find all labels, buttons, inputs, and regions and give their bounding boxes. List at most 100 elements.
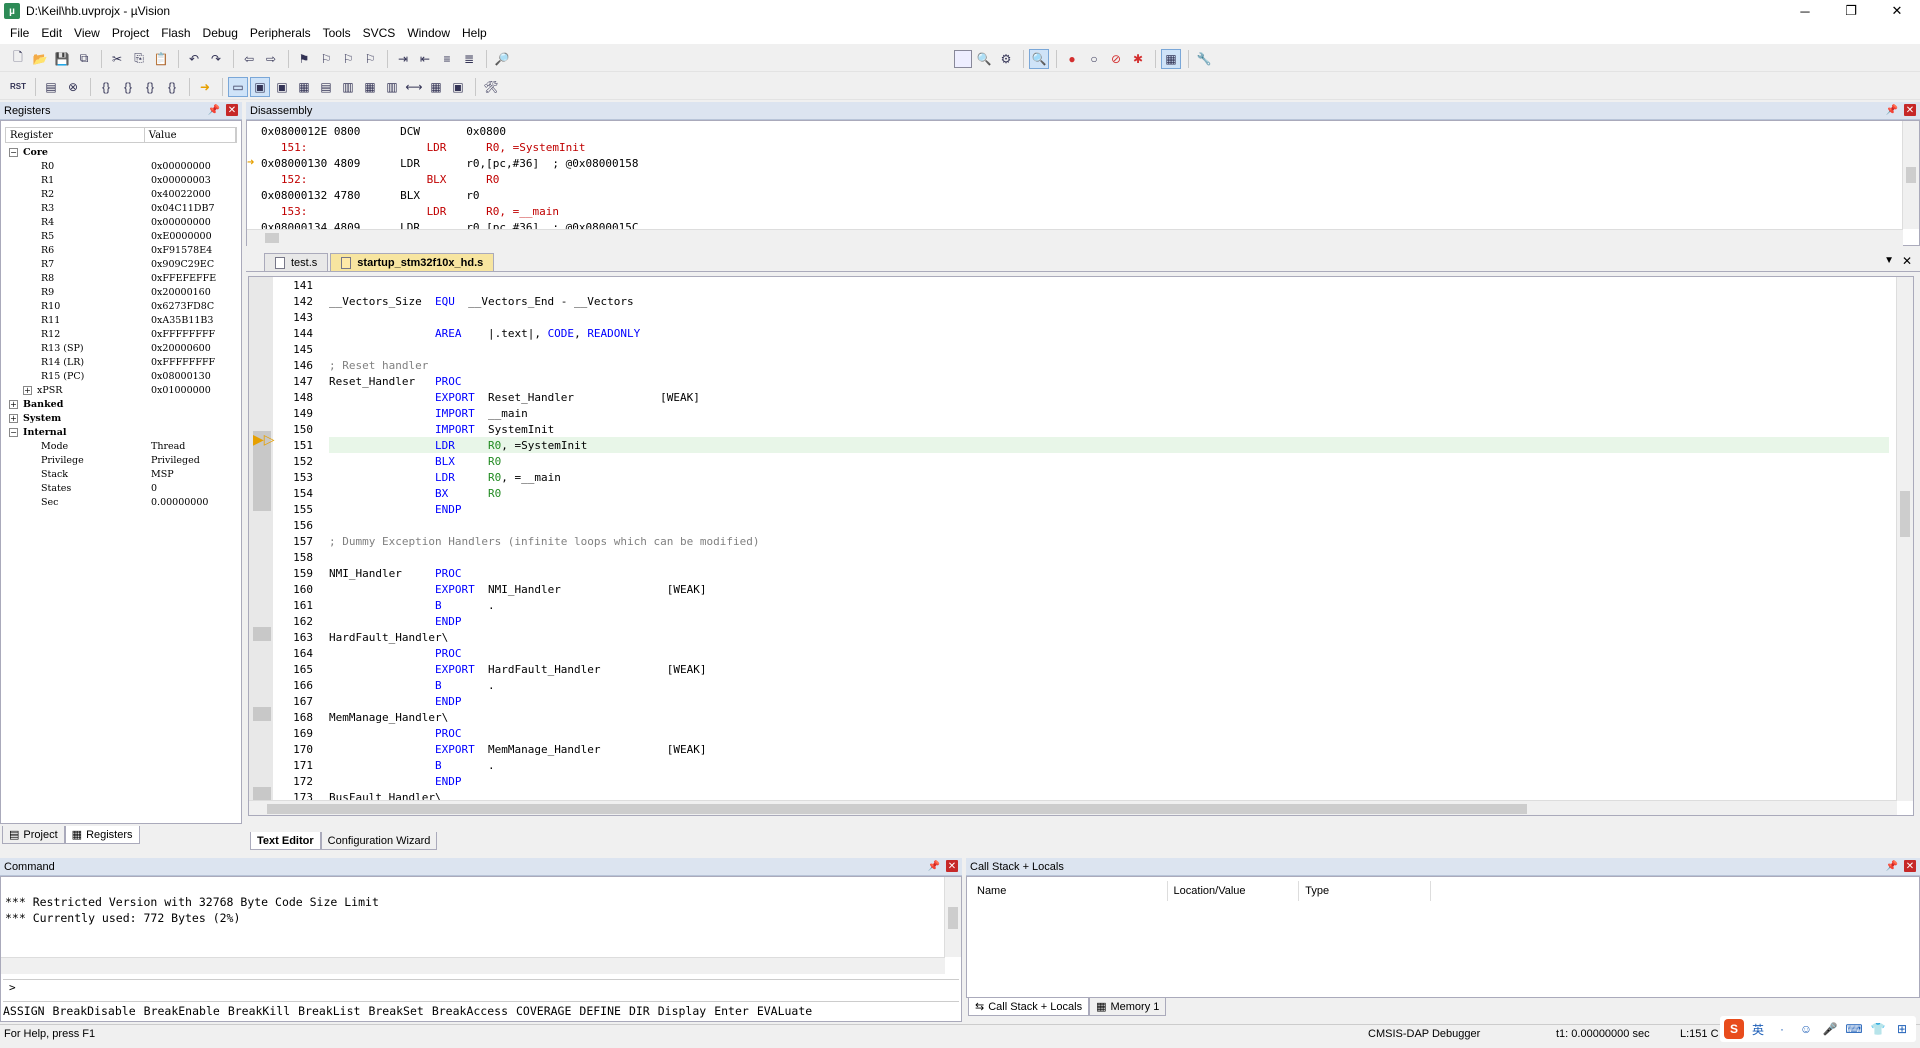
command-window-icon[interactable]: ▭ (228, 76, 248, 97)
scroll-thumb[interactable] (267, 804, 1527, 814)
register-row[interactable]: R11 0xA35B11B3 (5, 313, 237, 327)
register-value[interactable]: 0xA35B11B3 (151, 315, 213, 326)
incremental-find-icon[interactable]: ⚙ (996, 49, 1016, 69)
disassembly-window-icon[interactable]: ▣ (250, 76, 270, 97)
next-bookmark-icon[interactable]: ⚐ (338, 49, 358, 69)
undo-icon[interactable]: ↶ (184, 49, 204, 69)
close-icon[interactable]: ✕ (226, 104, 238, 116)
code-line[interactable]: B . (329, 757, 1889, 773)
code-line[interactable] (329, 309, 1889, 325)
scroll-thumb[interactable] (1906, 167, 1916, 183)
close-button[interactable]: ✕ (1874, 0, 1920, 22)
register-value[interactable]: 0x00000000 (151, 217, 211, 228)
command-hint[interactable]: Enter (714, 1004, 749, 1018)
punctuation-icon[interactable]: · (1772, 1019, 1792, 1039)
watch-window-icon[interactable]: ▥ (338, 77, 358, 97)
find-icon[interactable]: 🔍 (974, 49, 994, 69)
minimize-button[interactable]: ─ (1782, 0, 1828, 22)
code-line[interactable]: BLX R0 (329, 453, 1889, 469)
source-line[interactable]: 152: BLX R0 (261, 171, 639, 187)
code-lines[interactable]: __Vectors_Size EQU __Vectors_End - __Vec… (329, 277, 1889, 805)
disable-all-breakpoints-icon[interactable]: ⊘ (1106, 49, 1126, 69)
save-icon[interactable]: 💾 (52, 49, 72, 69)
code-line[interactable]: ; Dummy Exception Handlers (infinite loo… (329, 533, 1889, 549)
register-row[interactable]: + Banked (5, 397, 237, 411)
command-hint[interactable]: EVALuate (757, 1004, 812, 1018)
code-line[interactable]: LDR R0, =__main (329, 469, 1889, 485)
register-row[interactable]: + xPSR 0x01000000 (5, 383, 237, 397)
breakpoint-icon[interactable]: ● (1062, 49, 1082, 69)
menu-debug[interactable]: Debug (197, 26, 244, 40)
code-line[interactable]: IMPORT __main (329, 405, 1889, 421)
tab-memory-1[interactable]: ▦ Memory 1 (1089, 998, 1167, 1016)
voice-input-icon[interactable]: 🎤 (1820, 1019, 1840, 1039)
register-row[interactable]: R4 0x00000000 (5, 215, 237, 229)
new-file-icon[interactable]: 🗋 (8, 49, 28, 69)
close-icon[interactable]: ✕ (1904, 860, 1916, 872)
register-row[interactable]: R6 0xF91578E4 (5, 243, 237, 257)
register-value[interactable]: 0 (151, 483, 157, 494)
scroll-thumb[interactable] (1900, 491, 1910, 537)
command-hint[interactable]: Display (658, 1004, 706, 1018)
code-line[interactable]: ENDP (329, 693, 1889, 709)
code-line[interactable] (329, 517, 1889, 533)
clear-bookmarks-icon[interactable]: ⚐ (360, 49, 380, 69)
system-viewer-icon[interactable]: ▣ (448, 77, 468, 97)
command-hscroll[interactable] (1, 957, 945, 974)
call-stack-window-icon[interactable]: ▤ (316, 77, 336, 97)
menu-peripherals[interactable]: Peripherals (244, 26, 317, 40)
register-row[interactable]: R10 0x6273FD8C (5, 299, 237, 313)
command-hint[interactable]: ASSIGN (3, 1004, 45, 1018)
code-line[interactable]: EXPORT Reset_Handler [WEAK] (329, 389, 1889, 405)
disassembly-hscroll[interactable] (247, 229, 1903, 246)
pin-icon[interactable]: 📌 (208, 104, 220, 116)
command-hint[interactable]: COVERAGE (516, 1004, 571, 1018)
keyboard-icon[interactable]: ⌨ (1844, 1019, 1864, 1039)
indent-icon[interactable]: ⇥ (393, 49, 413, 69)
prev-bookmark-icon[interactable]: ⚐ (316, 49, 336, 69)
comment-icon[interactable]: ≡ (437, 49, 457, 69)
disable-breakpoint-icon[interactable]: ○ (1084, 49, 1104, 69)
register-value[interactable]: 0xE0000000 (151, 231, 212, 242)
window-layout-icon[interactable]: ▦ (1161, 48, 1181, 69)
menu-window[interactable]: Window (401, 26, 456, 40)
register-value[interactable]: 0x04C11DB7 (151, 203, 215, 214)
navigate-back-icon[interactable]: ⇦ (239, 49, 259, 69)
debug-session-icon[interactable]: 🔍 (1029, 48, 1049, 69)
disassembly-line[interactable]: 0x0800012E 0800 DCW 0x0800 (261, 123, 639, 139)
command-vscroll[interactable] (944, 877, 961, 957)
code-line[interactable]: MemManage_Handler\ (329, 709, 1889, 725)
source-line[interactable]: 153: LDR R0, =__main (261, 203, 639, 219)
open-file-icon[interactable]: 📂 (30, 49, 50, 69)
register-row[interactable]: R5 0xE0000000 (5, 229, 237, 243)
expand-icon[interactable]: + (23, 385, 32, 395)
code-line[interactable]: HardFault_Handler\ (329, 629, 1889, 645)
collapse-icon[interactable]: − (9, 427, 18, 437)
register-value[interactable]: 0xF91578E4 (151, 245, 212, 256)
register-row[interactable]: R2 0x40022000 (5, 187, 237, 201)
code-line[interactable]: EXPORT HardFault_Handler [WEAK] (329, 661, 1889, 677)
kill-all-breakpoints-icon[interactable]: ✱ (1128, 49, 1148, 69)
editor-vscroll[interactable] (1896, 277, 1913, 801)
redo-icon[interactable]: ↷ (206, 49, 226, 69)
reset-icon[interactable]: RST (8, 77, 28, 97)
register-row[interactable]: − Internal (5, 425, 237, 439)
maximize-button[interactable]: ❐ (1828, 0, 1874, 22)
register-value[interactable]: 0x20000600 (151, 343, 211, 354)
stop-icon[interactable]: ⊗ (63, 77, 83, 97)
register-row[interactable]: R9 0x20000160 (5, 285, 237, 299)
register-value[interactable]: 0x909C29EC (151, 259, 214, 270)
step-out-icon[interactable]: {} (140, 77, 160, 97)
code-line[interactable]: ENDP (329, 613, 1889, 629)
configure-icon[interactable]: 🔧 (1194, 49, 1214, 69)
register-row[interactable]: R7 0x909C29EC (5, 257, 237, 271)
code-line[interactable]: AREA |.text|, CODE, READONLY (329, 325, 1889, 341)
tab-test-s[interactable]: test.s (264, 253, 329, 271)
tab-call-stack-locals[interactable]: ⇆ Call Stack + Locals (968, 998, 1090, 1016)
pin-icon[interactable]: 📌 (928, 860, 940, 872)
register-row[interactable]: R0 0x00000000 (5, 159, 237, 173)
trace-window-icon[interactable]: ▦ (426, 77, 446, 97)
language-toggle-icon[interactable]: 英 (1748, 1019, 1768, 1039)
pin-icon[interactable]: 📌 (1886, 104, 1898, 116)
menu-help[interactable]: Help (456, 26, 493, 40)
